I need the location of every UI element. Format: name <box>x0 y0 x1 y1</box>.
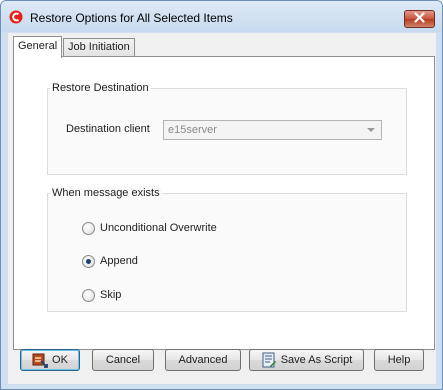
advanced-button[interactable]: Advanced <box>165 349 241 371</box>
commvault-logo-icon <box>9 10 23 24</box>
destination-client-value: e15server <box>168 124 217 136</box>
tab-job-initiation-label: Job Initiation <box>68 41 130 53</box>
title-bar[interactable]: Restore Options for All Selected Items <box>1 1 442 32</box>
tab-general-label: General <box>18 40 58 52</box>
radio-button[interactable] <box>82 255 95 268</box>
cancel-button[interactable]: Cancel <box>92 349 154 371</box>
restore-icon <box>32 352 48 368</box>
restore-options-dialog: Restore Options for All Selected Items G… <box>0 0 443 390</box>
radio-label: Unconditional Overwrite <box>100 222 217 234</box>
tab-job-initiation[interactable]: Job Initiation <box>63 38 135 56</box>
cancel-label: Cancel <box>105 354 141 366</box>
destination-client-label: Destination client <box>66 123 150 135</box>
tab-general[interactable]: General <box>13 36 63 58</box>
chevron-down-icon <box>367 128 375 132</box>
advanced-label: Advanced <box>178 354 228 366</box>
restore-destination-title: Restore Destination <box>50 82 151 94</box>
help-label: Help <box>387 354 411 366</box>
ok-button[interactable]: OK <box>20 349 80 371</box>
destination-client-dropdown[interactable]: e15server <box>163 120 382 140</box>
radio-label: Skip <box>100 289 122 301</box>
save-as-script-label: Save As Script <box>280 354 353 366</box>
ok-label: OK <box>52 354 68 366</box>
help-button[interactable]: Help <box>374 349 424 371</box>
save-as-script-button[interactable]: Save As Script <box>249 349 364 371</box>
radio-label: Append <box>100 255 138 267</box>
radio-button[interactable] <box>82 222 95 235</box>
close-icon <box>414 12 425 26</box>
window-title: Restore Options for All Selected Items <box>30 11 233 25</box>
general-tab-panel: Restore Destination Destination client e… <box>13 56 435 350</box>
close-button[interactable] <box>404 10 435 28</box>
message-exists-title: When message exists <box>50 187 162 199</box>
radio-button[interactable] <box>82 289 95 302</box>
dialog-body: General Job Initiation Restore Destinati… <box>8 33 436 384</box>
script-icon <box>261 352 277 368</box>
restore-destination-group: Restore Destination Destination client e… <box>47 82 407 175</box>
